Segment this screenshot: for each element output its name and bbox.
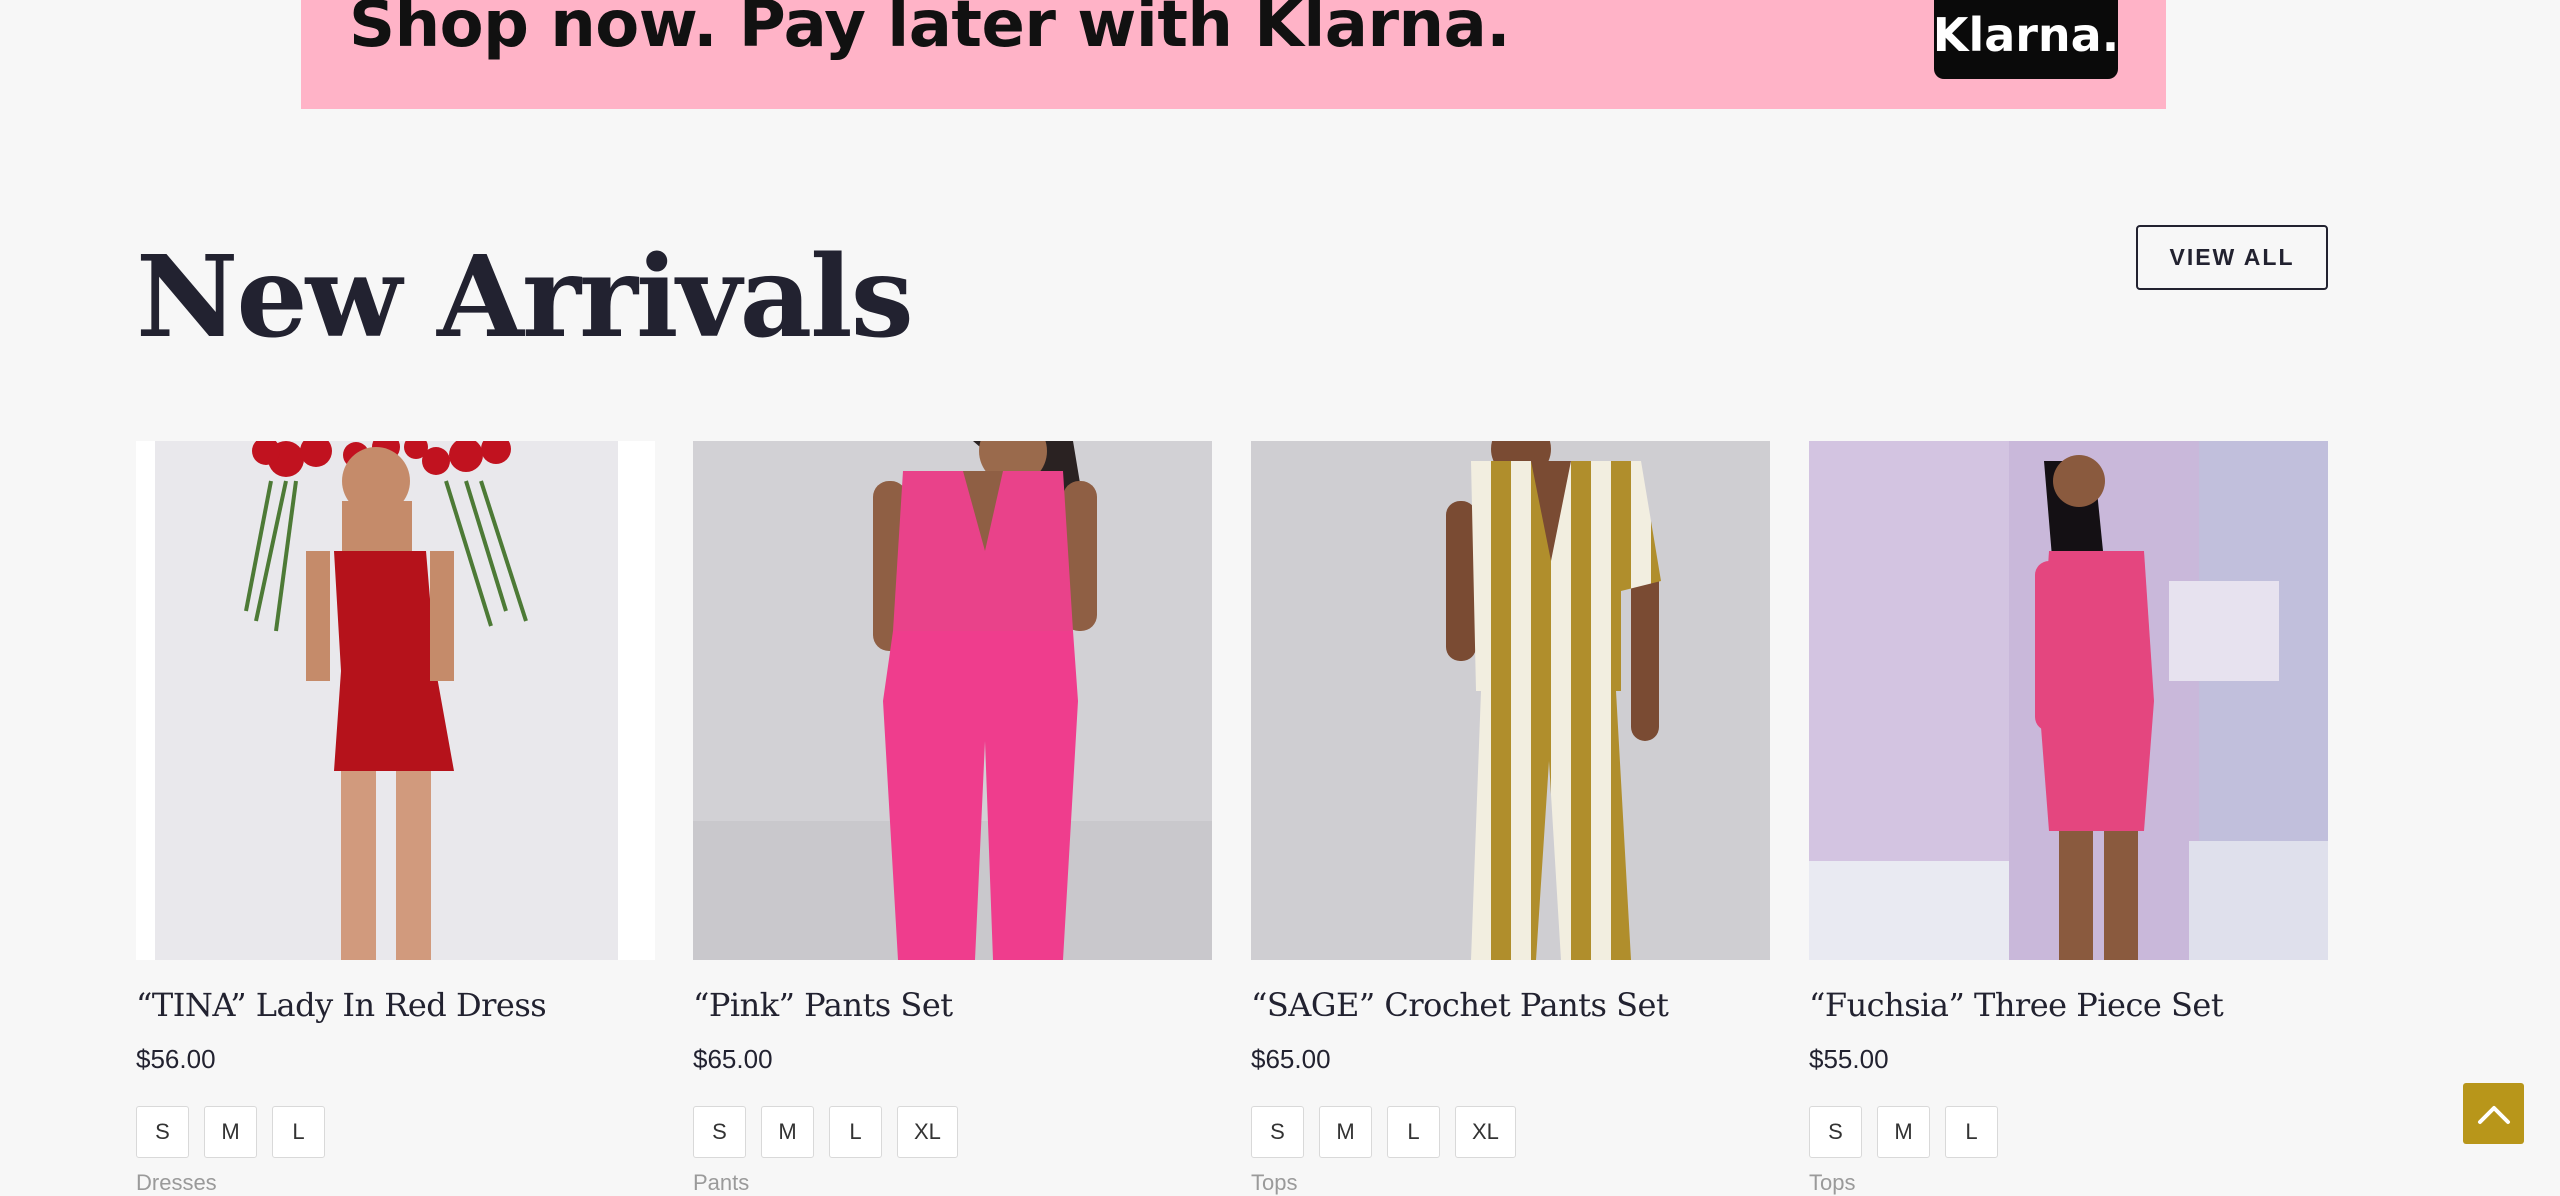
product-photo (136, 441, 655, 960)
product-card[interactable]: “Pink” Pants Set $65.00 S M L XL Pants (693, 441, 1212, 1196)
size-option-xl[interactable]: XL (1455, 1106, 1516, 1158)
size-option-m[interactable]: M (1877, 1106, 1930, 1158)
product-image[interactable] (136, 441, 655, 960)
product-name[interactable]: “SAGE” Crochet Pants Set (1251, 986, 1770, 1024)
product-name[interactable]: “Fuchsia” Three Piece Set (1809, 986, 2328, 1024)
size-options: S M L XL (1251, 1106, 1770, 1158)
size-option-m[interactable]: M (761, 1106, 814, 1158)
klarna-banner[interactable]: Shop now. Pay later with Klarna. Klarna. (301, 0, 2166, 109)
size-option-s[interactable]: S (1809, 1106, 1862, 1158)
product-category[interactable]: Dresses (136, 1170, 655, 1196)
product-name[interactable]: “Pink” Pants Set (693, 986, 1212, 1024)
size-option-s[interactable]: S (1251, 1106, 1304, 1158)
product-photo (1809, 441, 2328, 960)
size-option-xl[interactable]: XL (897, 1106, 958, 1158)
banner-text: Shop now. Pay later with Klarna. (349, 0, 1511, 62)
size-options: S M L (136, 1106, 655, 1158)
view-all-button[interactable]: VIEW ALL (2136, 225, 2328, 290)
size-option-s[interactable]: S (693, 1106, 746, 1158)
size-option-l[interactable]: L (829, 1106, 882, 1158)
size-option-l[interactable]: L (1945, 1106, 1998, 1158)
product-image[interactable] (693, 441, 1212, 960)
size-option-s[interactable]: S (136, 1106, 189, 1158)
product-category[interactable]: Tops (1809, 1170, 2328, 1196)
product-image[interactable] (1251, 441, 1770, 960)
product-card[interactable]: “Fuchsia” Three Piece Set $55.00 S M L T… (1809, 441, 2328, 1196)
size-option-m[interactable]: M (1319, 1106, 1372, 1158)
product-image[interactable] (1809, 441, 2328, 960)
product-price: $65.00 (1251, 1044, 1331, 1074)
product-name[interactable]: “TINA” Lady In Red Dress (136, 986, 655, 1024)
product-price: $56.00 (136, 1044, 216, 1074)
product-photo (693, 441, 1212, 960)
product-card[interactable]: “SAGE” Crochet Pants Set $65.00 S M L XL… (1251, 441, 1770, 1196)
size-option-l[interactable]: L (272, 1106, 325, 1158)
size-option-m[interactable]: M (204, 1106, 257, 1158)
product-photo (1251, 441, 1770, 960)
product-category[interactable]: Tops (1251, 1170, 1770, 1196)
size-option-l[interactable]: L (1387, 1106, 1440, 1158)
size-options: S M L (1809, 1106, 2328, 1158)
chevron-up-icon (2477, 1105, 2510, 1124)
back-to-top-button[interactable] (2463, 1083, 2524, 1144)
product-category[interactable]: Pants (693, 1170, 1212, 1196)
product-card[interactable]: “TINA” Lady In Red Dress $56.00 S M L Dr… (136, 441, 655, 1196)
klarna-logo: Klarna. (1933, 0, 2119, 79)
product-price: $55.00 (1809, 1044, 1889, 1074)
product-price: $65.00 (693, 1044, 773, 1074)
size-options: S M L XL (693, 1106, 1212, 1158)
section-title: New Arrivals (136, 232, 914, 363)
